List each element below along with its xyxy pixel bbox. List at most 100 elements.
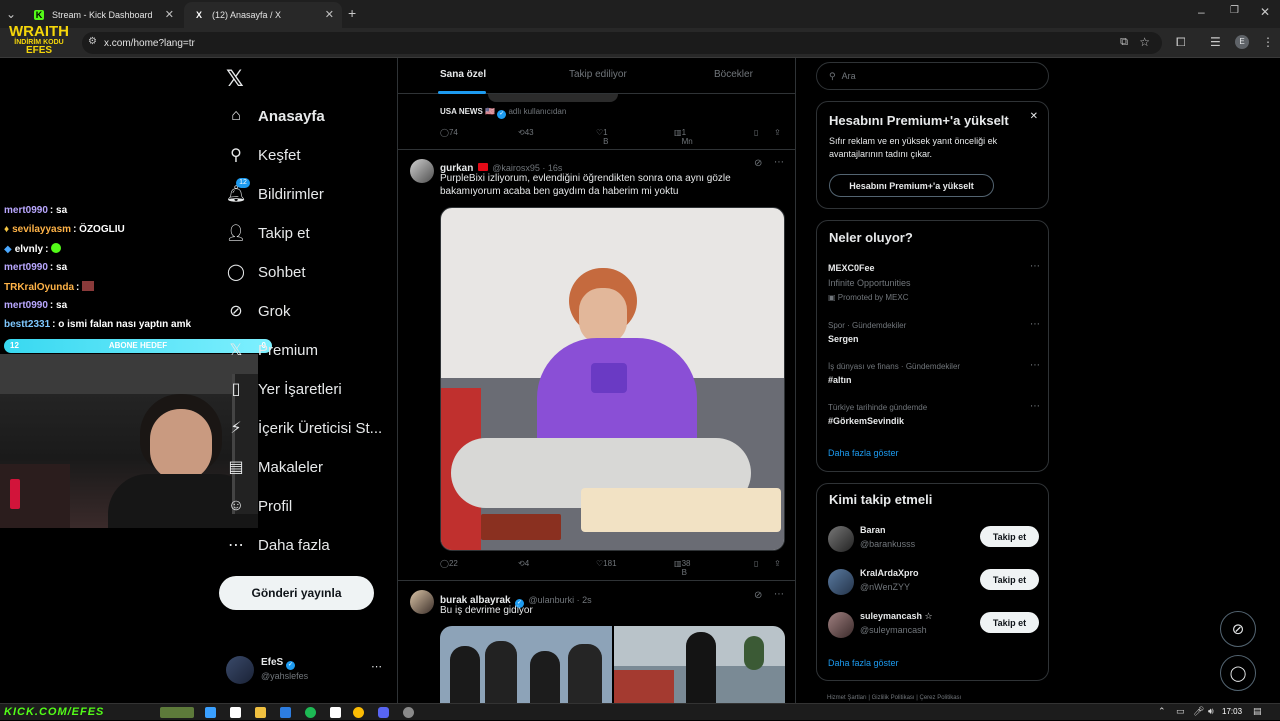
repost-button[interactable]: ⟲ 43: [518, 128, 534, 137]
notification-center-icon[interactable]: ▤: [1253, 706, 1262, 717]
premium-upgrade-button[interactable]: Hesabını Premium+'a yükselt: [829, 174, 994, 197]
nav-chat[interactable]: ◯ Sohbet: [226, 254, 306, 290]
tweet-image[interactable]: [440, 626, 612, 703]
grok-icon[interactable]: ⊘: [754, 590, 762, 601]
reply-button[interactable]: ◯ 74: [440, 128, 458, 137]
window-close-icon[interactable]: ✕: [1260, 5, 1270, 19]
obs-icon[interactable]: [403, 707, 414, 718]
views-button[interactable]: ▥ 38 B: [674, 559, 690, 577]
more-icon[interactable]: ⋯: [774, 157, 784, 168]
follow-button[interactable]: Takip et: [980, 612, 1039, 633]
nav-grok[interactable]: ⊘ Grok: [226, 293, 290, 329]
search-icon[interactable]: [230, 707, 241, 718]
x-logo-icon[interactable]: 𝕏: [226, 66, 244, 92]
menu-kebab-icon[interactable]: ⋮: [1262, 35, 1274, 49]
reading-list-icon[interactable]: ☰: [1210, 35, 1221, 49]
minimize-icon[interactable]: –: [1198, 5, 1205, 19]
chat-fab[interactable]: ◯: [1220, 655, 1256, 691]
show-more-follow-link[interactable]: Daha fazla göster: [828, 658, 899, 668]
cast-icon[interactable]: ⧉: [1120, 36, 1128, 49]
follow-button[interactable]: Takip et: [980, 526, 1039, 547]
tweet[interactable]: burak albayrak ✓ @ulanburki · 2s ⊘ ⋯ Bu …: [398, 582, 795, 703]
avatar[interactable]: [410, 159, 434, 183]
reply-button[interactable]: ◯ 22: [440, 559, 458, 568]
trend-item[interactable]: Spor · Gündemdekiler Sergen ⋯: [817, 317, 1050, 353]
tab-x-home[interactable]: X (12) Anasayfa / X ✕: [184, 2, 342, 28]
like-button[interactable]: ♡ 1 B: [596, 128, 609, 146]
post-button[interactable]: Gönderi yayınla: [219, 576, 374, 610]
clock-time[interactable]: 17:03: [1222, 707, 1242, 716]
tweet[interactable]: gurkan @kairosx95 · 16s ⊘ ⋯ PurpleBixi i…: [398, 151, 795, 581]
site-info-icon[interactable]: ⚙: [88, 36, 97, 47]
tray-chevron-icon[interactable]: ⌃: [1158, 706, 1166, 717]
restore-icon[interactable]: ❐: [1230, 5, 1239, 16]
nav-explore[interactable]: ⚲ Keşfet: [226, 137, 300, 173]
follow-button[interactable]: Takip et: [980, 569, 1039, 590]
tab-following[interactable]: Takip ediliyor: [569, 69, 627, 80]
nav-creator-studio[interactable]: ⚡︎ İçerik Üreticisi St...: [226, 410, 382, 446]
views-button[interactable]: ▥ 1 Mn: [674, 128, 693, 146]
search-input[interactable]: ⚲ Ara: [816, 62, 1049, 90]
account-switcher[interactable]: EfeS ✓ @yahslefes ⋯: [226, 654, 386, 690]
volume-icon[interactable]: 🔊︎: [1208, 706, 1214, 717]
trend-more-icon[interactable]: ⋯: [1030, 360, 1040, 371]
follow-suggestion[interactable]: KralArdaXpro @nWenZYY Takip et: [817, 565, 1050, 605]
account-more-icon[interactable]: ⋯: [371, 660, 382, 673]
windows-start-icon[interactable]: [205, 707, 216, 718]
trend-more-icon[interactable]: ⋯: [1030, 319, 1040, 330]
close-tab-icon[interactable]: ✕: [325, 8, 334, 21]
close-tab-icon[interactable]: ✕: [165, 8, 174, 21]
share-icon[interactable]: ⇪: [774, 128, 781, 137]
bookmark-star-icon[interactable]: ☆: [1139, 35, 1150, 49]
app-icon[interactable]: [330, 707, 341, 718]
close-icon[interactable]: ✕: [1030, 111, 1038, 122]
like-button[interactable]: ♡ 181: [596, 559, 617, 568]
bookmark-icon[interactable]: ▯: [754, 128, 758, 137]
trend-item[interactable]: İş dünyası ve finans · Gündemdekiler #al…: [817, 358, 1050, 394]
outlook-icon[interactable]: [280, 707, 291, 718]
show-more-trends-link[interactable]: Daha fazla göster: [828, 448, 899, 458]
tab-for-you[interactable]: Sana özel: [440, 69, 486, 80]
new-tab-icon[interactable]: +: [348, 5, 356, 21]
follow-suggestion[interactable]: suleymancash ☆ @suleymancash Takip et: [817, 608, 1050, 648]
trend-more-icon[interactable]: ⋯: [1030, 261, 1040, 272]
discord-icon[interactable]: [378, 707, 389, 718]
spotify-icon[interactable]: [305, 707, 316, 718]
profile-avatar[interactable]: E: [1235, 35, 1249, 49]
nav-premium[interactable]: 𝕏 Premium: [226, 332, 318, 368]
nav-articles[interactable]: ▤ Makaleler: [226, 449, 323, 485]
footer-link[interactable]: Çerez Politikası: [920, 695, 962, 701]
omnibox[interactable]: ⚙ x.com/home?lang=tr ⧉ ☆: [82, 32, 1162, 54]
trend-more-icon[interactable]: ⋯: [1030, 401, 1040, 412]
repost-button[interactable]: ⟲ 4: [518, 559, 529, 568]
trend-item[interactable]: MEXC0Fee Infinite Opportunities ▣ Promot…: [817, 259, 1050, 311]
share-icon[interactable]: ⇪: [774, 559, 781, 568]
more-icon[interactable]: ⋯: [774, 589, 784, 600]
footer-link[interactable]: Gizlilik Politikası: [872, 695, 915, 701]
trend-item[interactable]: Türkiye tarihinde gündemde #GörkemSevind…: [817, 399, 1050, 435]
tab-bocekler[interactable]: Böcekler: [714, 69, 753, 80]
footer-link[interactable]: Hizmet Şartları: [827, 695, 867, 701]
weather-widget-icon[interactable]: [160, 707, 194, 718]
tweet[interactable]: USA NEWS 🇺🇸 ✓ adlı kullanıcıdan ◯ 74 ⟲ 4…: [398, 94, 795, 150]
grok-icon[interactable]: ⊘: [754, 158, 762, 169]
tweet-image[interactable]: [440, 207, 785, 551]
nav-bookmarks[interactable]: ▯ Yer İşaretleri: [226, 371, 342, 407]
author-handle[interactable]: @ulanburki · 2s: [529, 595, 592, 605]
bookmark-icon[interactable]: ▯: [754, 559, 758, 568]
nav-notifications[interactable]: 🔔︎ 12 Bildirimler: [226, 176, 324, 212]
chrome-icon[interactable]: [353, 707, 364, 718]
nav-follow[interactable]: 👤︎ Takip et: [226, 215, 310, 251]
avatar[interactable]: [410, 590, 434, 614]
grok-fab[interactable]: ⊘: [1220, 611, 1256, 647]
tab-search-icon[interactable]: ⌄: [6, 7, 16, 21]
file-explorer-icon[interactable]: [255, 707, 266, 718]
follow-suggestion[interactable]: Baran @barankusss Takip et: [817, 522, 1050, 562]
nav-more[interactable]: ⋯ Daha fazla: [226, 527, 330, 563]
microphone-icon[interactable]: 🎤︎: [1193, 706, 1204, 717]
tray-app-icon[interactable]: ▭: [1176, 706, 1185, 717]
nav-profile[interactable]: ☺︎ Profil: [226, 488, 292, 524]
extensions-icon[interactable]: ⧠: [1176, 35, 1186, 50]
nav-home[interactable]: ⌂ Anasayfa: [226, 98, 325, 134]
tweet-image[interactable]: [614, 626, 785, 703]
